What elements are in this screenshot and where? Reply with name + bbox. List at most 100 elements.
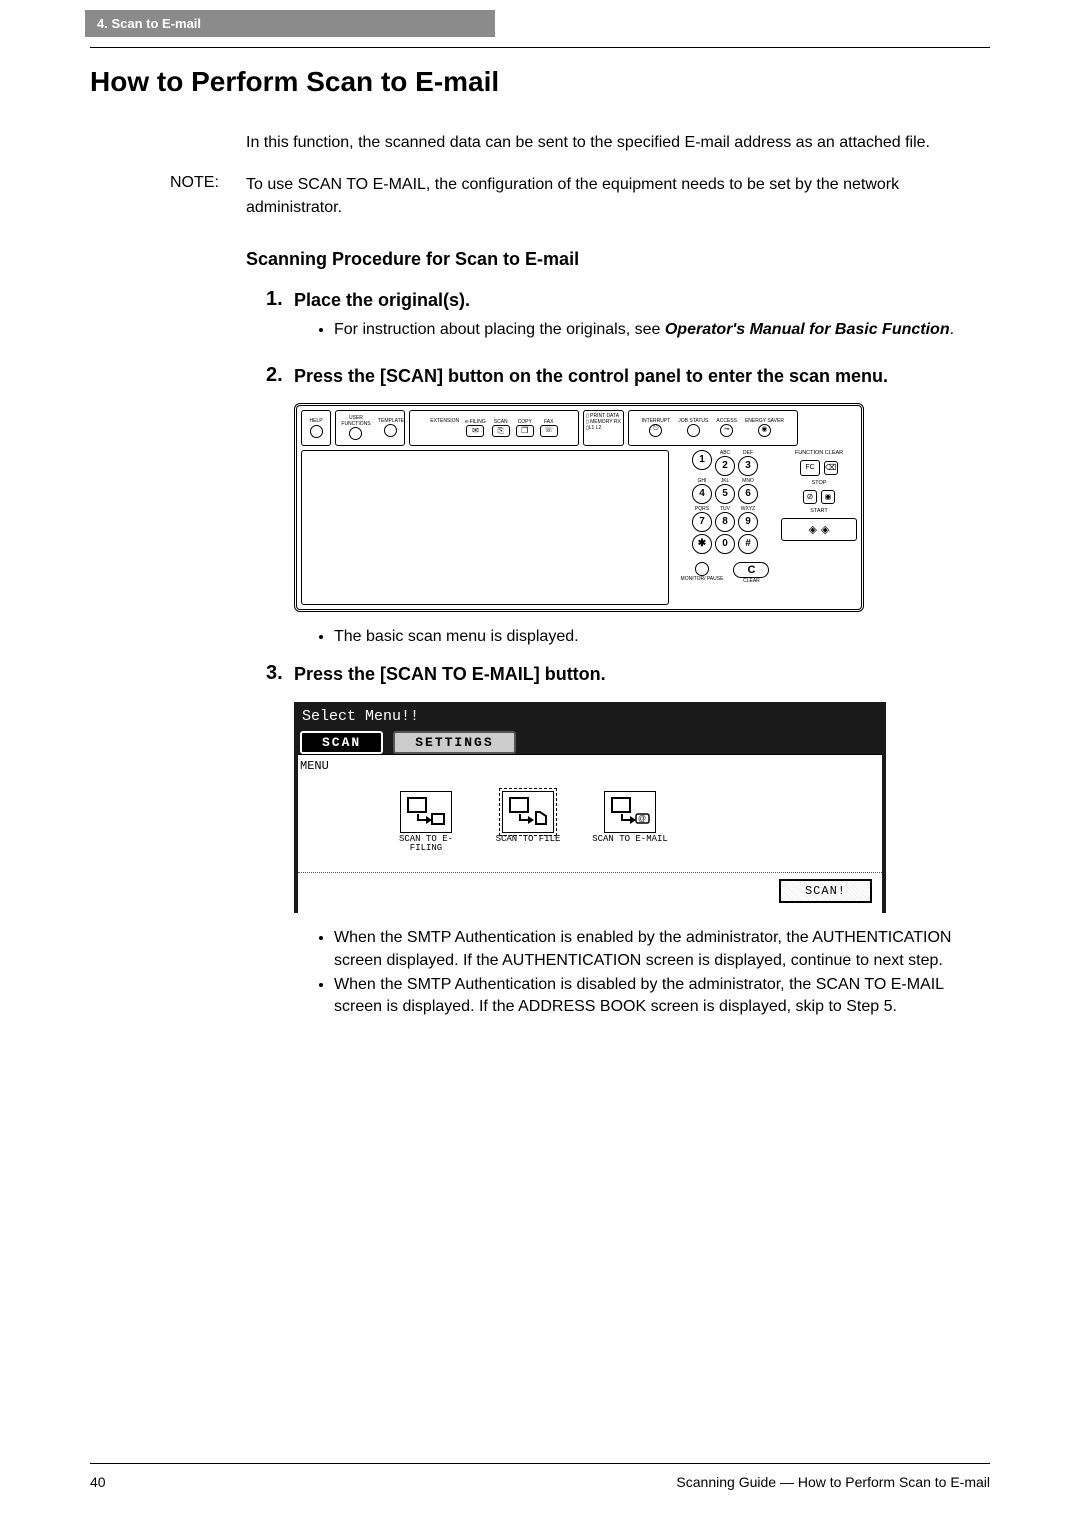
step-3-title: Press the [SCAN TO E-MAIL] button. [294,662,990,687]
job-status-icon [687,424,700,437]
key-3: 3 [738,456,758,476]
step-3: 3. Press the [SCAN TO E-MAIL] button. [266,662,990,693]
clear-all-icon: ⌫ [824,461,838,475]
scan-action-button: SCAN! [779,879,872,903]
cp-fax-label: FAX [544,419,553,425]
start-diamond-icon: ◈ [809,523,817,536]
access-icon: ⊸ [720,424,733,437]
scan-menu-header: Select Menu!! [294,702,886,731]
scan-email-label: SCAN TO E-MAIL [592,835,668,845]
step-1: 1. Place the original(s). For instructio… [266,288,990,356]
step-number: 1. [266,288,294,356]
monitor-pause-icon [695,562,709,576]
scan-file-label: SCAN TO FILE [490,835,566,845]
key-8-sub: TUV [715,506,735,512]
step-number: 2. [266,364,294,395]
cp-scan-label: SCAN [494,419,508,425]
top-divider [90,47,990,48]
key-hash: # [738,534,758,554]
start-play-icon: ◈ [821,523,829,536]
copy-icon: ❐ [516,425,534,437]
status-indicators: ▯ PRINT DATA ▯ MEMORY RX ▯L1 L2 [583,410,624,446]
cp-jobstatus-label: JOB STATUS [678,418,708,424]
settings-tab: SETTINGS [393,731,515,754]
energy-saver-icon: ◉ [758,424,771,437]
fc-button: FC [800,460,819,476]
page-footer: 40 Scanning Guide — How to Perform Scan … [90,1463,990,1490]
line-status-label: L1 L2 [589,425,602,431]
step-1-title: Place the original(s). [294,288,990,313]
key-6: 6 [738,484,758,504]
cp-template-label: TEMPLATE [378,418,404,424]
cp-extension-label: EXTENSION [430,418,459,424]
template-icon [384,424,397,437]
key-5-sub: JKL [715,478,735,484]
step-number: 3. [266,662,294,693]
fax-icon: ☏ [540,425,558,437]
scan-menu-figure: Select Menu!! SCAN SETTINGS MENU [294,702,990,914]
scan-efiling-icon [400,791,452,833]
numeric-keypad: 1 ABC2 DEF3 GHI4 JKL5 MNO6 PQRS7 TUV8 WX… [675,450,775,605]
help-button-icon [310,425,323,438]
note-label: NOTE: [170,174,228,219]
efiling-icon: ✉ [466,425,484,437]
step-1-bullet-text: For instruction about placing the origin… [334,321,665,338]
key-4-sub: GHI [692,478,712,484]
scan-to-email-button: @ SCAN TO E-MAIL [592,791,668,855]
key-8: 8 [715,512,735,532]
clear-label: CLEAR [733,578,769,584]
scan-efiling-label: SCAN TO E-FILING [388,835,464,855]
clear-key: C [733,562,769,578]
cp-help-label: HELP [309,418,322,424]
key-1: 1 [692,450,712,470]
step-3-bullets: When the SMTP Authentication is enabled … [334,927,990,1019]
key-3-sub: DEF [738,450,758,456]
svg-text:@: @ [638,814,646,823]
cp-energy-label: ENERGY SAVER [745,418,784,424]
chapter-tab: 4. Scan to E-mail [85,10,495,37]
interrupt-icon: ⎋ [649,424,662,437]
step-1-period: . [950,321,954,338]
cp-access-label: ACCESS [716,418,737,424]
user-functions-icon [349,427,362,440]
key-9-sub: WXYZ [738,506,758,512]
control-panel-figure: HELP USER FUNCTIONS TEMPLATE [294,403,990,612]
extension-icon [438,424,451,437]
scan-tab: SCAN [300,731,383,754]
key-2: 2 [715,456,735,476]
key-6-sub: MNO [738,478,758,484]
stop-aux-icon: ◉ [821,490,835,504]
stop-icon: ⊘ [803,490,817,504]
note-body: To use SCAN TO E-MAIL, the configuration… [246,174,990,219]
note-row: NOTE: To use SCAN TO E-MAIL, the configu… [170,174,990,219]
page-number: 40 [90,1474,106,1490]
scan-to-file-button: SCAN TO FILE [490,791,566,855]
intro-paragraph: In this function, the scanned data can b… [246,132,990,154]
scan-email-icon: @ [604,791,656,833]
step-3-bullet-2: When the SMTP Authentication is disabled… [334,974,990,1019]
start-label: START [781,508,857,514]
cp-copy-label: COPY [518,419,532,425]
scan-icon: ⎘ [492,425,510,437]
step-2-title: Press the [SCAN] button on the control p… [294,364,990,389]
scan-file-icon [502,791,554,833]
stop-label: STOP [781,480,857,486]
step-2-after-bullets: The basic scan menu is displayed. [334,626,990,648]
step-3-bullet-1: When the SMTP Authentication is enabled … [334,927,990,972]
operators-manual-ref: Operator's Manual for Basic Function [665,321,950,338]
cp-interrupt-label: INTERRUPT [642,418,671,424]
cp-efiling-label: e-FILING [465,419,486,425]
step-2: 2. Press the [SCAN] button on the contro… [266,364,990,395]
action-buttons-column: FUNCTION CLEAR FC ⌫ STOP ⊘ ◉ START ◈ ◈ [781,450,857,605]
key-7: 7 [692,512,712,532]
key-7-sub: PQRS [692,506,712,512]
monitor-pause-label: MONITOR/ PAUSE [681,576,724,582]
subheading: Scanning Procedure for Scan to E-mail [246,249,990,270]
key-5: 5 [715,484,735,504]
step-2-after-text: The basic scan menu is displayed. [334,626,990,648]
function-clear-label: FUNCTION CLEAR [781,450,857,456]
step-1-bullets: For instruction about placing the origin… [334,319,990,341]
key-9: 9 [738,512,758,532]
menu-label: MENU [298,759,882,773]
footer-title: Scanning Guide — How to Perform Scan to … [676,1474,990,1490]
